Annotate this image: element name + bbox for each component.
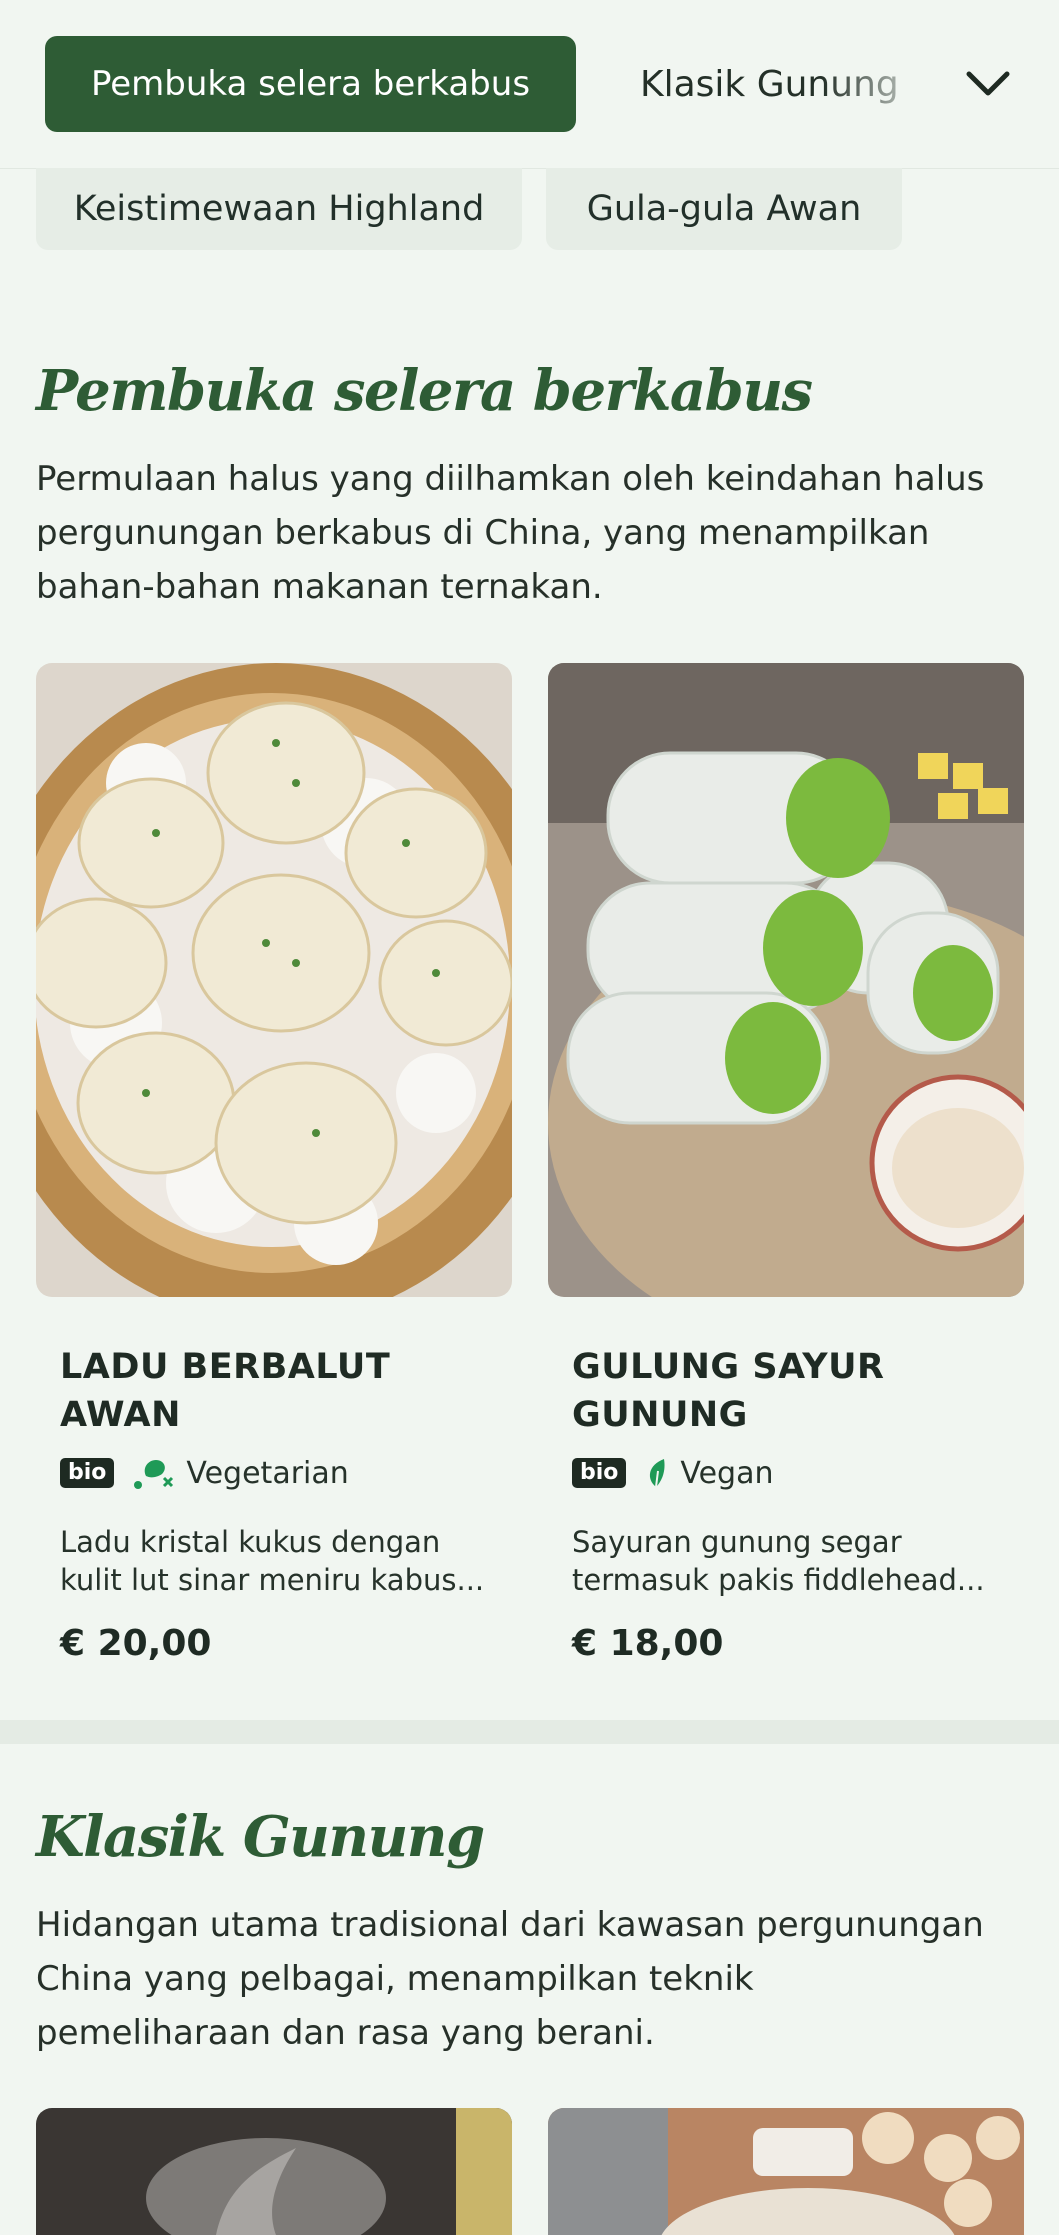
item-description: Ladu kristal kukus dengan kulit lut sina… bbox=[60, 1525, 485, 1597]
tab-klasik-gunung[interactable]: Klasik Gunung bbox=[640, 36, 900, 132]
leaf-icon bbox=[644, 1457, 668, 1489]
menu-item-card[interactable] bbox=[36, 2108, 512, 2235]
item-price: € 20,00 bbox=[60, 1623, 212, 1664]
dish-photo bbox=[36, 2108, 512, 2235]
spring-roll-photo bbox=[548, 663, 1024, 1297]
diet-label: Vegan bbox=[680, 1455, 774, 1491]
chevron-down-icon[interactable] bbox=[960, 56, 1016, 112]
dish-photo bbox=[548, 2108, 1024, 2235]
tab-pembuka-selera[interactable]: Pembuka selera berkabus bbox=[45, 36, 576, 132]
item-name: LADU BERBALUT AWAN bbox=[60, 1347, 391, 1435]
tab-label: Klasik Gunung bbox=[640, 63, 899, 105]
tab-label: Pembuka selera berkabus bbox=[90, 64, 531, 104]
section-description: Hidangan utama tradisional dari kawasan … bbox=[36, 1905, 984, 2053]
item-name: GULUNG SAYUR GUNUNG bbox=[572, 1347, 885, 1435]
chip-label: Keistimewaan Highland bbox=[73, 189, 485, 229]
menu-item-card[interactable]: GULUNG SAYUR GUNUNG bio Vegan Sayuran gu… bbox=[548, 663, 1024, 1664]
item-description: Sayuran gunung segar termasuk pakis fidd… bbox=[572, 1525, 985, 1597]
chip-gula-gula-awan[interactable]: Gula-gula Awan bbox=[546, 168, 902, 250]
diet-label: Vegetarian bbox=[186, 1455, 349, 1491]
category-nav: Pembuka selera berkabus Klasik Gunung bbox=[0, 0, 1059, 169]
chip-label: Gula-gula Awan bbox=[586, 189, 862, 229]
bio-badge: bio bbox=[60, 1458, 115, 1488]
section-title: Pembuka selera berkabus bbox=[36, 358, 813, 424]
section-title: Klasik Gunung bbox=[36, 1804, 485, 1870]
dumpling-photo bbox=[36, 663, 512, 1297]
item-price: € 18,00 bbox=[572, 1623, 724, 1664]
section-description: Permulaan halus yang diilhamkan oleh kei… bbox=[36, 459, 985, 607]
menu-item-card[interactable]: LADU BERBALUT AWAN bio Vegetarian Ladu k… bbox=[36, 663, 512, 1664]
section-divider bbox=[0, 1720, 1059, 1744]
chip-keistimewaan-highland[interactable]: Keistimewaan Highland bbox=[36, 168, 522, 250]
menu-item-card[interactable] bbox=[548, 2108, 1024, 2235]
no-meat-icon bbox=[132, 1456, 174, 1490]
bio-badge: bio bbox=[572, 1458, 627, 1488]
